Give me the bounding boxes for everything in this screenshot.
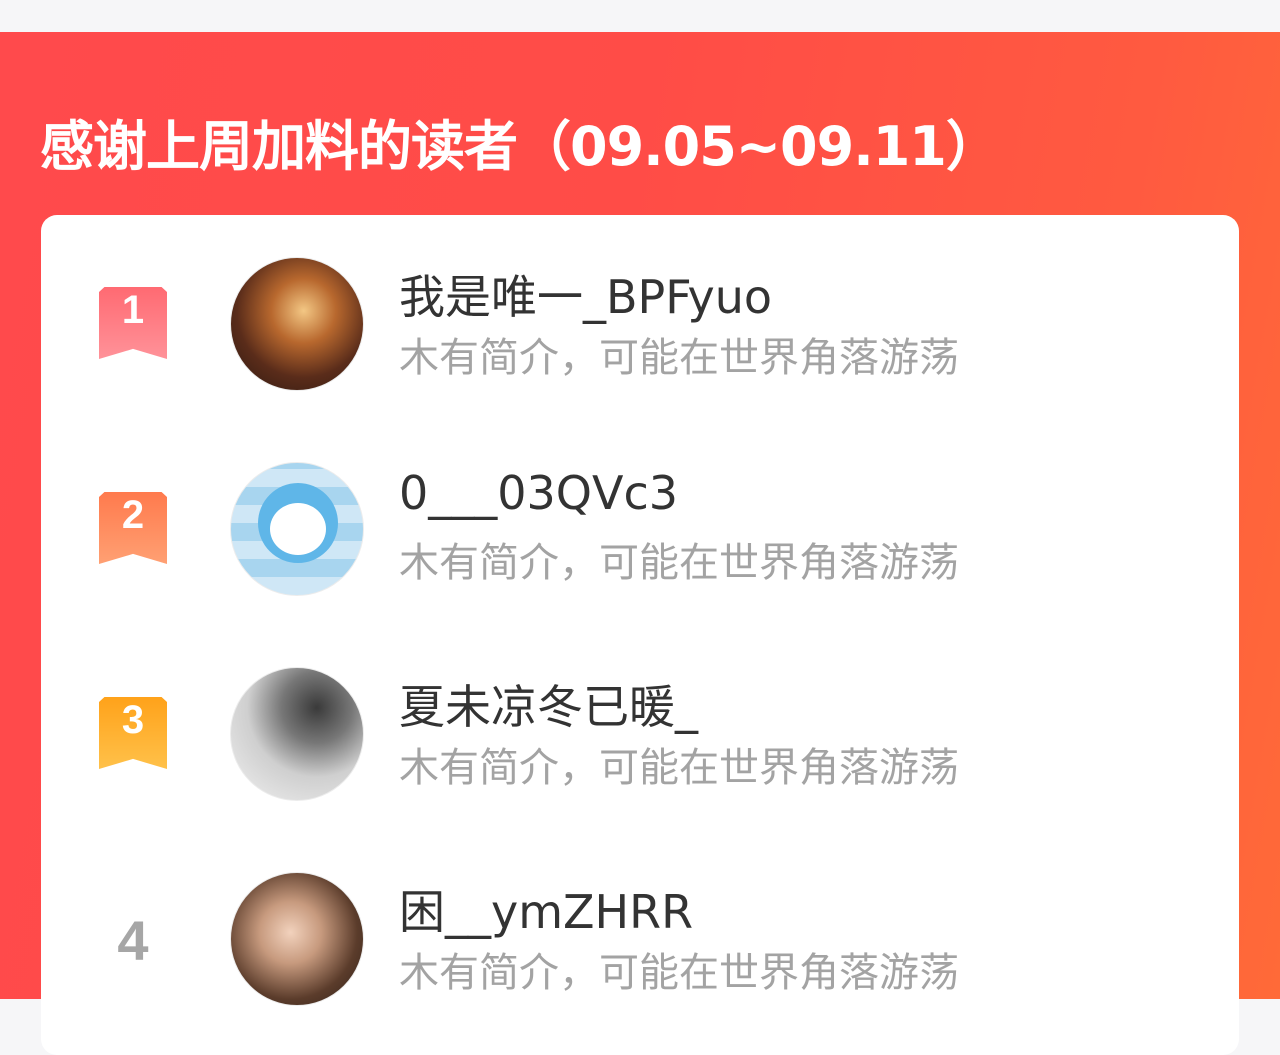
avatar[interactable] <box>230 257 364 391</box>
reader-row-2[interactable]: 2 0___03QVc3 木有简介，可能在世界角落游荡 <box>41 460 1239 600</box>
thanks-banner: 感谢上周加料的读者（09.05~09.11） 1 我是唯一_BPFyuo 木有简… <box>0 32 1280 1055</box>
reader-name: 夏未凉冬已暖_ <box>399 680 698 734</box>
avatar[interactable] <box>230 872 364 1006</box>
page-title: 感谢上周加料的读者（09.05~09.11） <box>40 115 1000 178</box>
rank-number: 1 <box>121 288 145 332</box>
reader-row-1[interactable]: 1 我是唯一_BPFyuo 木有简介，可能在世界角落游荡 <box>41 255 1239 395</box>
rank-ribbon-bronze-icon: 3 <box>99 697 167 769</box>
reader-row-3[interactable]: 3 夏未凉冬已暖_ 木有简介，可能在世界角落游荡 <box>41 665 1239 805</box>
rank-ribbon-gold-icon: 1 <box>99 287 167 359</box>
reader-row-4[interactable]: 4 困__ymZHRR 木有简介，可能在世界角落游荡 <box>41 870 1239 1010</box>
avatar[interactable] <box>230 667 364 801</box>
rank-number: 4 <box>117 909 149 972</box>
reader-name: 我是唯一_BPFyuo <box>399 270 773 324</box>
doraemon-face-icon <box>270 503 326 555</box>
reader-name: 困__ymZHRR <box>399 885 694 939</box>
reader-bio: 木有简介，可能在世界角落游荡 <box>399 950 959 996</box>
avatar[interactable] <box>230 462 364 596</box>
reader-name: 0___03QVc3 <box>399 466 679 520</box>
reader-bio: 木有简介，可能在世界角落游荡 <box>399 540 959 586</box>
reader-list-card: 1 我是唯一_BPFyuo 木有简介，可能在世界角落游荡 2 0___03QVc… <box>41 215 1239 1055</box>
rank-number: 2 <box>121 493 145 537</box>
rank-ribbon-silver-icon: 2 <box>99 492 167 564</box>
rank-number: 3 <box>121 698 145 742</box>
reader-bio: 木有简介，可能在世界角落游荡 <box>399 335 959 381</box>
reader-bio: 木有简介，可能在世界角落游荡 <box>399 745 959 791</box>
